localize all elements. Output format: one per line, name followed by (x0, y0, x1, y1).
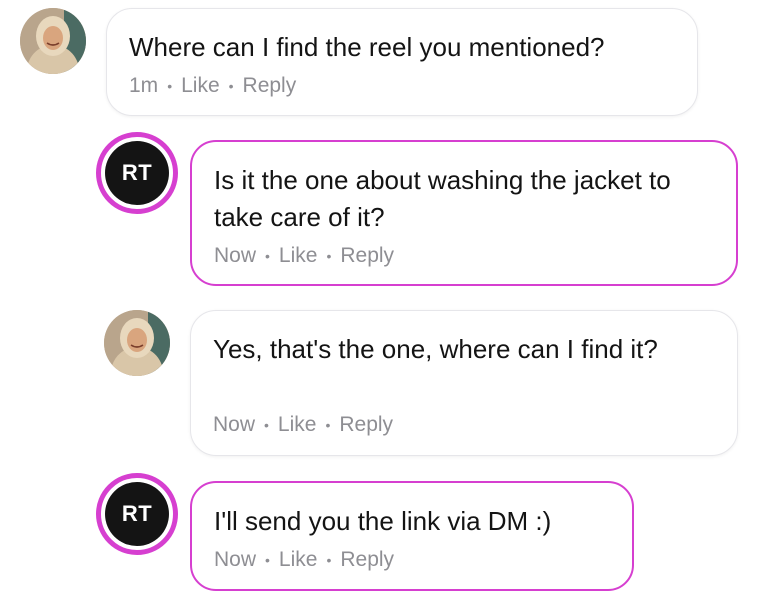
separator-dot: • (264, 417, 269, 433)
like-button[interactable]: Like (279, 548, 318, 572)
reply-button[interactable]: Reply (340, 244, 394, 268)
comment-time: Now (214, 548, 257, 571)
avatar-initials: RT (105, 141, 169, 205)
comment-meta: Now • Like • Reply (214, 548, 610, 572)
like-button[interactable]: Like (278, 413, 317, 437)
comment-text: Yes, that's the one, where can I find it… (213, 334, 658, 364)
comment-meta: Now • Like • Reply (214, 244, 714, 268)
user-photo-icon (20, 8, 86, 74)
comment-meta: Now • Like • Reply (213, 413, 715, 437)
like-button[interactable]: Like (279, 244, 318, 268)
avatar[interactable]: RT (96, 473, 178, 555)
avatar[interactable] (20, 8, 86, 74)
avatar[interactable] (104, 310, 170, 376)
separator-dot: • (326, 248, 332, 264)
comment-bubble: I'll send you the link via DM :) Now • L… (190, 481, 634, 591)
comment-bubble: Is it the one about washing the jacket t… (190, 140, 738, 286)
separator-dot: • (265, 248, 270, 264)
like-button[interactable]: Like (181, 74, 220, 98)
reply-button[interactable]: Reply (339, 413, 393, 437)
comment-text: I'll send you the link via DM :) (214, 506, 552, 536)
avatar-initials: RT (105, 482, 169, 546)
separator-dot: • (167, 78, 173, 94)
reply-button[interactable]: Reply (340, 548, 394, 572)
separator-dot: • (265, 552, 270, 568)
user-photo-icon (104, 310, 170, 376)
comment-time: 1m (129, 74, 159, 97)
reply-button[interactable]: Reply (243, 74, 297, 98)
separator-dot: • (325, 417, 331, 433)
comment-time: Now (213, 413, 256, 436)
comment-time: Now (214, 244, 257, 267)
separator-dot: • (228, 78, 234, 94)
separator-dot: • (326, 552, 332, 568)
avatar[interactable]: RT (96, 132, 178, 214)
comment-meta: 1m • Like • Reply (129, 74, 675, 98)
comment-bubble: Yes, that's the one, where can I find it… (190, 310, 738, 456)
comment-text: Is it the one about washing the jacket t… (214, 165, 671, 232)
comment-bubble: Where can I find the reel you mentioned?… (106, 8, 698, 116)
comment-text: Where can I find the reel you mentioned? (129, 32, 605, 62)
